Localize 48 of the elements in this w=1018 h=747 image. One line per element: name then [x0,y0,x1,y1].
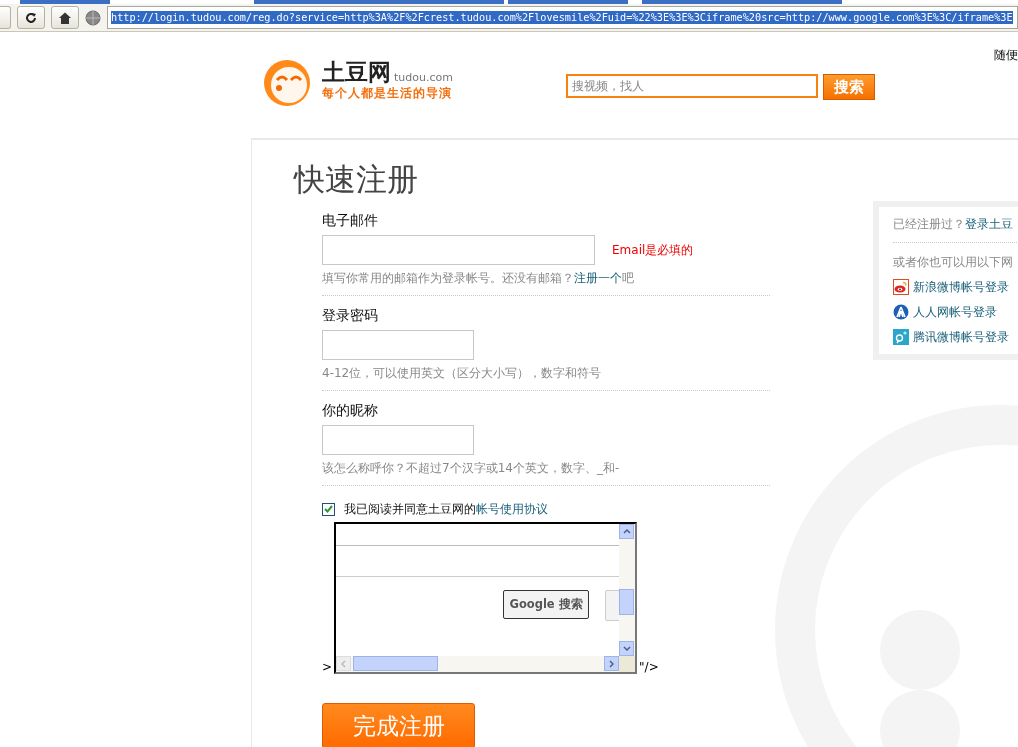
address-bar[interactable]: http://login.tudou.com/reg.do?service=http%3A%2F%2Fcrest.tudou.com%2Flovesmile%2Fuid=%22%3E%3E%3Ciframe%20src=http://www.google.com%3E%3C/iframe%3E [107,6,1018,29]
field-label: 登录密码 [322,306,378,325]
input-field[interactable] [322,330,474,360]
register-link[interactable]: 注册一个 [574,271,622,285]
input-field[interactable] [322,235,595,265]
logo-domain: tudou.com [394,70,453,86]
agree-checkbox[interactable] [322,502,335,516]
hint-text: 填写你常用的邮箱作为登录帐号。还没有邮箱？注册一个吧 [322,270,634,287]
field-label: 你的昵称 [322,401,378,420]
refresh-button[interactable] [17,6,45,29]
provider-login-link[interactable]: 腾讯微博帐号登录 [913,328,1009,346]
provider-login-link[interactable]: 新浪微博帐号登录 [913,278,1009,296]
input-field[interactable] [322,425,474,455]
slogan: 每个人都是生活的导演 [322,86,453,101]
home-icon [58,10,72,25]
renren-icon [893,304,909,320]
alternative-login-text: 或者你也可以用以下网 [893,255,1013,269]
back-button[interactable] [0,6,11,29]
login-link[interactable]: 登录土豆 [965,217,1013,231]
field-label: 电子邮件 [322,211,378,230]
hint-text: 该怎么称呼你？不超过7个汉字或14个英文，数字、_和- [322,460,620,477]
login-prompt: 已经注册过？ [893,217,965,231]
agreement-text: 我已阅读并同意土豆网的帐号使用协议 [344,500,548,518]
horizontal-scrollbar[interactable] [336,656,620,672]
scroll-left-button[interactable] [336,656,352,671]
hint-text: 4-12位，可以使用英文（区分大小写），数字和符号 [322,365,602,382]
scrollbar-thumb[interactable] [619,589,635,615]
vertical-scrollbar[interactable] [619,524,636,656]
refresh-icon [24,10,38,25]
scrollbar-thumb[interactable] [353,656,439,671]
error-message: Email是必填的 [612,241,694,259]
agreement-link[interactable]: 帐号使用协议 [476,501,548,516]
code-text: "/> [639,660,659,674]
search-field[interactable]: 搜视频，找人 [565,74,818,98]
url-text: http://login.tudou.com/reg.do?service=http%3A%2F%2Fcrest.tudou.com%2Flovesmile%2Fuid=%22%3E%3E%3Ciframe%20src=http://www.google.com%3E%3C/iframe%3E [111,11,1013,24]
logo-title: 土豆网 [322,58,391,86]
code-text: > [322,660,333,674]
globe-icon [85,9,101,26]
google-search-button[interactable]: Google 搜索 [503,590,590,619]
provider-login-link[interactable]: 人人网帐号登录 [913,303,997,321]
tencent-weibo-icon [893,329,909,345]
embedded-search-field[interactable] [336,545,620,577]
scrollbar-corner [619,656,636,672]
page-title: 快速注册 [294,160,419,199]
top-link[interactable]: 随便 [994,47,1018,64]
home-button[interactable] [51,6,79,29]
weibo-icon [893,279,909,295]
smiley-logo-icon [262,58,312,108]
